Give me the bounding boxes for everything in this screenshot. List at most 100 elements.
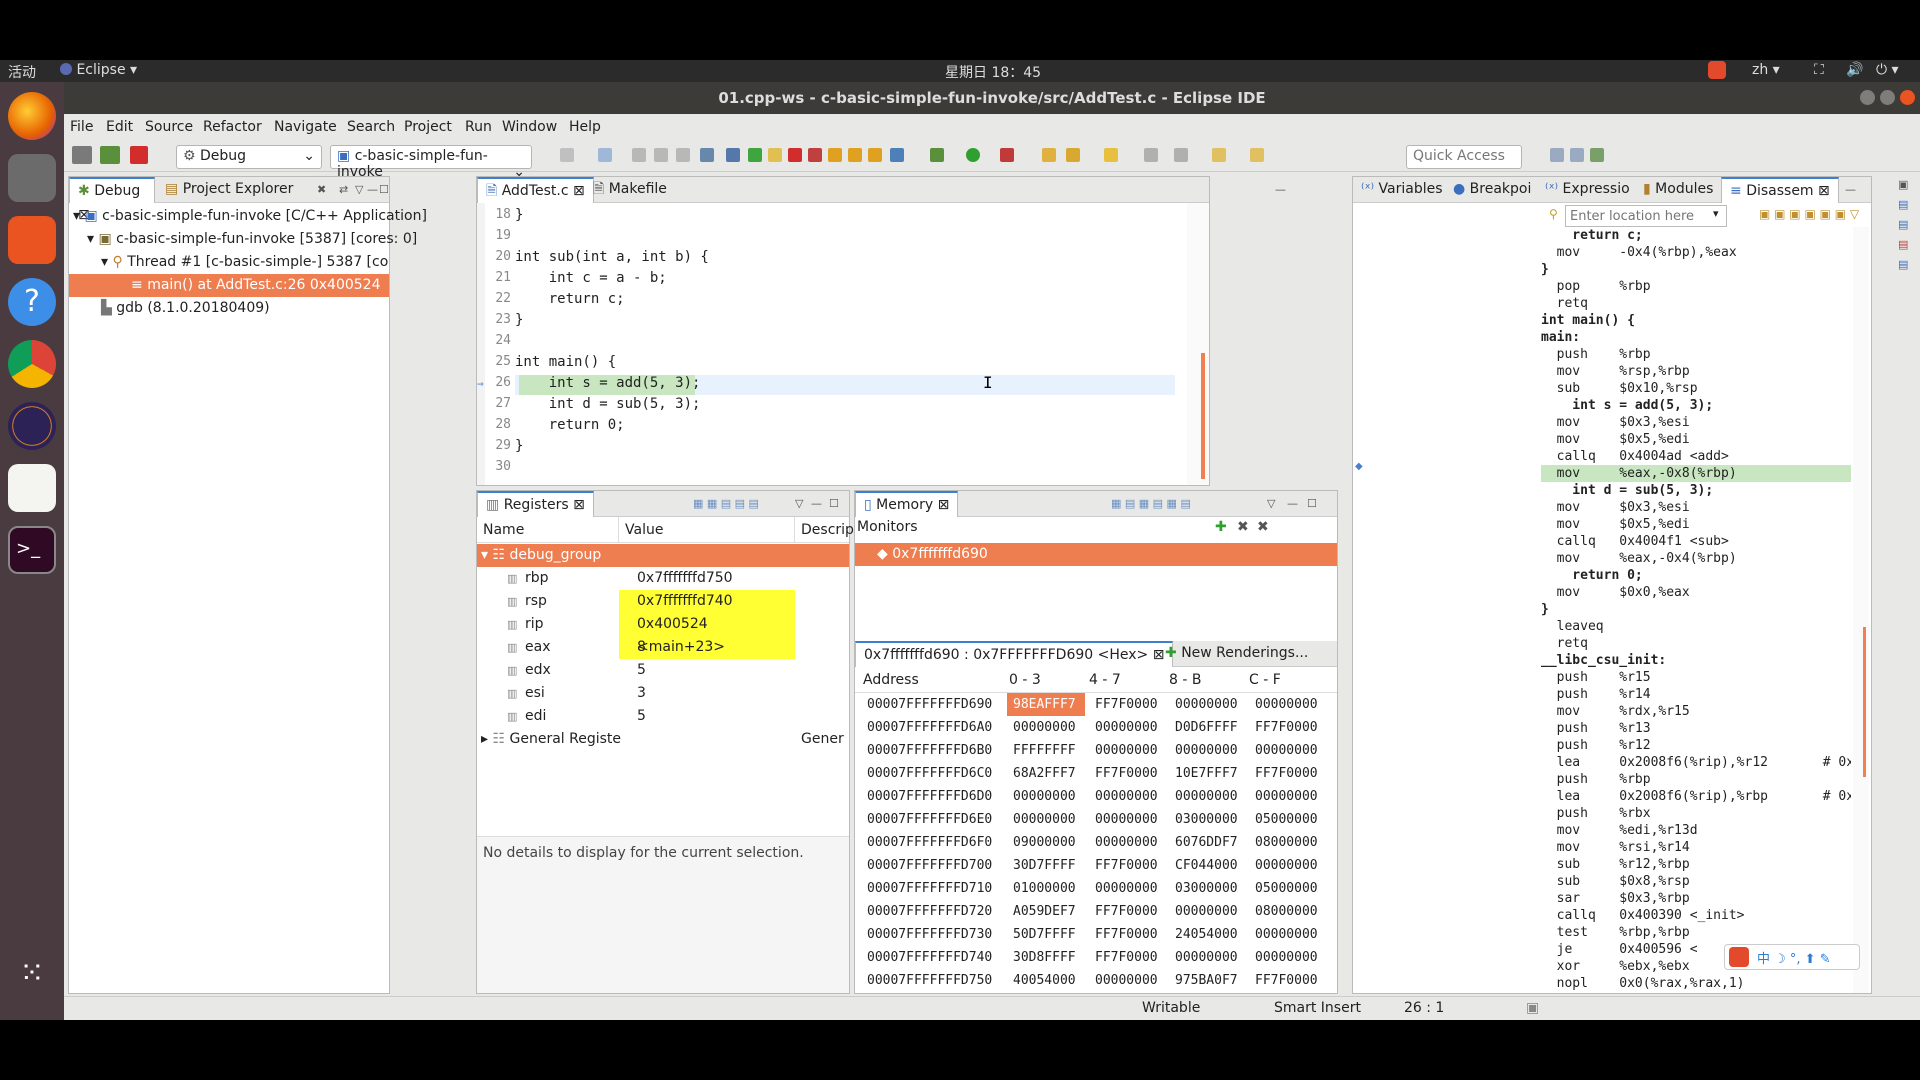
disassembly-line[interactable]: mov $0x3,%esi: [1541, 414, 1851, 431]
column-address[interactable]: Address: [863, 667, 919, 693]
disassembly-source-line[interactable]: int main() {: [1541, 312, 1851, 329]
resume-icon[interactable]: [748, 148, 762, 162]
tasks-icon[interactable]: ▤: [1898, 258, 1908, 271]
save-icon[interactable]: [632, 148, 646, 162]
open-type-icon[interactable]: [1042, 148, 1056, 162]
tab-makefile[interactable]: 🗎 Makefile: [585, 177, 675, 203]
monitor-row-selected[interactable]: ◆ 0x7fffffffd690: [855, 543, 1337, 566]
code-view[interactable]: ⇒ 18 } 19 20 int sub(int a, int b) { 21 …: [477, 203, 1177, 485]
register-value[interactable]: 8: [619, 636, 795, 659]
terminal-icon[interactable]: >_: [8, 526, 56, 574]
expanded-arrow-icon[interactable]: ▾: [481, 547, 488, 563]
launch-config-select[interactable]: ▣ c-basic-simple-fun-invoke ⌄: [330, 145, 532, 180]
disassembly-line[interactable]: callq 0x400390 <_init>: [1541, 907, 1851, 924]
tab-expressions[interactable]: ⁽ˣ⁾ Expressio: [1537, 177, 1638, 203]
disassembly-source-line[interactable]: return 0;: [1541, 567, 1851, 584]
run-icon[interactable]: [966, 148, 980, 162]
disassembly-line[interactable]: retq: [1541, 635, 1851, 652]
files-icon[interactable]: [8, 154, 56, 202]
tab-modules[interactable]: ▮ Modules: [1635, 177, 1721, 203]
next-annotation-icon[interactable]: [1144, 148, 1158, 162]
quick-access-input[interactable]: Quick Access: [1406, 145, 1522, 169]
annotation-icon[interactable]: [1104, 148, 1118, 162]
disassembly-line[interactable]: nopl 0x0(%rax,%rax,1): [1541, 975, 1851, 991]
disassembly-line[interactable]: push %rbp: [1541, 771, 1851, 788]
disassembly-line[interactable]: mov $0x0,%eax: [1541, 584, 1851, 601]
tab-disassembly[interactable]: ≡ Disassem ⊠: [1721, 177, 1839, 203]
chevron-down-icon[interactable]: ▽: [795, 497, 803, 510]
new-file-icon[interactable]: [598, 148, 612, 162]
maximize-view-icon[interactable]: ☐: [829, 497, 839, 510]
network-icon[interactable]: ⛶: [1814, 62, 1824, 78]
disassembly-source-line[interactable]: int d = sub(5, 3);: [1541, 482, 1851, 499]
column-4-7[interactable]: 4 - 7: [1089, 667, 1121, 693]
register-value[interactable]: 3: [619, 682, 795, 705]
disassembly-line[interactable]: mov %rsp,%rbp: [1541, 363, 1851, 380]
disassembly-source-line[interactable]: int s = add(5, 3);: [1541, 397, 1851, 414]
disassembly-label[interactable]: main:: [1541, 329, 1851, 346]
power-icon[interactable]: ⏻ ▾: [1876, 62, 1899, 78]
clock[interactable]: 星期日 18：45: [945, 62, 1041, 82]
expanded-arrow-icon[interactable]: ▾: [87, 231, 94, 247]
disassembly-line[interactable]: mov $0x5,%edi: [1541, 431, 1851, 448]
tab-registers[interactable]: ▥ Registers ⊠: [477, 491, 594, 517]
menu-help[interactable]: Help: [569, 119, 601, 135]
column-c-f[interactable]: C - F: [1249, 667, 1281, 693]
disassembly-line[interactable]: mov $0x3,%esi: [1541, 499, 1851, 516]
disassembly-line[interactable]: push %r14: [1541, 686, 1851, 703]
tab-breakpoints[interactable]: ● Breakpoi: [1445, 177, 1539, 203]
close-icon[interactable]: ⊠: [1818, 183, 1830, 199]
remove-monitor-icon[interactable]: ✖: [1237, 519, 1249, 535]
disassembly-line[interactable]: sub %r12,%rbp: [1541, 856, 1851, 873]
tree-launch[interactable]: ▾ ▣ c-basic-simple-fun-invoke [C/C++ App…: [69, 205, 427, 228]
help-icon[interactable]: ?: [8, 278, 56, 326]
disassembly-label[interactable]: __libc_csu_init:: [1541, 652, 1851, 669]
terminate-icon[interactable]: [130, 146, 148, 164]
stop-icon[interactable]: [788, 148, 802, 162]
register-value[interactable]: 5: [619, 705, 795, 728]
tab-memory[interactable]: ▯ Memory ⊠: [855, 491, 959, 517]
remove-all-monitors-icon[interactable]: ✖: [1257, 519, 1269, 535]
register-row[interactable]: ▥ edi 5: [477, 705, 849, 728]
disassembly-line[interactable]: push %r15: [1541, 669, 1851, 686]
pin-icon[interactable]: ⚲: [1549, 207, 1558, 221]
minimize-icon[interactable]: [1860, 90, 1875, 105]
disassembly-line[interactable]: retq: [1541, 295, 1851, 312]
chevron-down-icon[interactable]: ▾: [1713, 207, 1719, 220]
activities-button[interactable]: 活动: [8, 62, 36, 82]
column-description[interactable]: Descrip: [795, 517, 854, 543]
disassembly-source-line[interactable]: return c;: [1541, 227, 1851, 244]
menu-source[interactable]: Source: [145, 119, 193, 135]
disassembly-line[interactable]: mov $0x5,%edi: [1541, 516, 1851, 533]
disassembly-line[interactable]: lea 0x2008f6(%rip),%rbp # 0x: [1541, 788, 1851, 805]
register-value[interactable]: 0x7fffffffd750: [619, 567, 795, 590]
sogou-tray-icon[interactable]: [1708, 61, 1726, 79]
close-icon[interactable]: ⊠: [573, 497, 585, 513]
ime-tools-icon[interactable]: 中 ☽ °, ⬆ ✎: [1757, 948, 1831, 967]
disassembly-line[interactable]: mov %rsi,%r14: [1541, 839, 1851, 856]
tab-addtest-c[interactable]: 🗎 AddTest.c ⊠: [477, 177, 594, 203]
minimize-view-icon[interactable]: —: [367, 183, 378, 196]
disassembly-line[interactable]: mov %rdx,%r15: [1541, 703, 1851, 720]
external-tools-icon[interactable]: [1000, 148, 1014, 162]
chevron-down-icon[interactable]: ▽: [1267, 497, 1275, 510]
app-menu[interactable]: Eclipse ▾: [60, 62, 137, 78]
tree-gdb[interactable]: ▙ gdb (8.1.0.20180409): [69, 297, 389, 320]
close-icon[interactable]: [1900, 90, 1915, 105]
open-perspective-icon[interactable]: [1550, 148, 1564, 162]
expanded-arrow-icon[interactable]: ▾: [73, 208, 80, 224]
close-icon[interactable]: ⊠: [938, 497, 950, 513]
register-group-row[interactable]: ▾ ☷ debug_group: [477, 544, 849, 567]
prev-annotation-icon[interactable]: [1174, 148, 1188, 162]
disassembly-line[interactable]: push %rbx: [1541, 805, 1851, 822]
column-value[interactable]: Value: [619, 517, 795, 543]
forward-icon[interactable]: [1250, 148, 1264, 162]
minimize-view-icon[interactable]: —: [1275, 183, 1286, 196]
skip-breakpoints-icon[interactable]: [726, 148, 740, 162]
disassembly-line-current[interactable]: mov %eax,-0x8(%rbp): [1541, 465, 1851, 482]
disassembly-line[interactable]: pop %rbp: [1541, 278, 1851, 295]
close-icon[interactable]: ⊠: [573, 183, 585, 199]
disassembly-source-line[interactable]: }: [1541, 601, 1851, 618]
disassembly-line[interactable]: sub $0x10,%rsp: [1541, 380, 1851, 397]
chrome-icon[interactable]: [8, 340, 56, 388]
